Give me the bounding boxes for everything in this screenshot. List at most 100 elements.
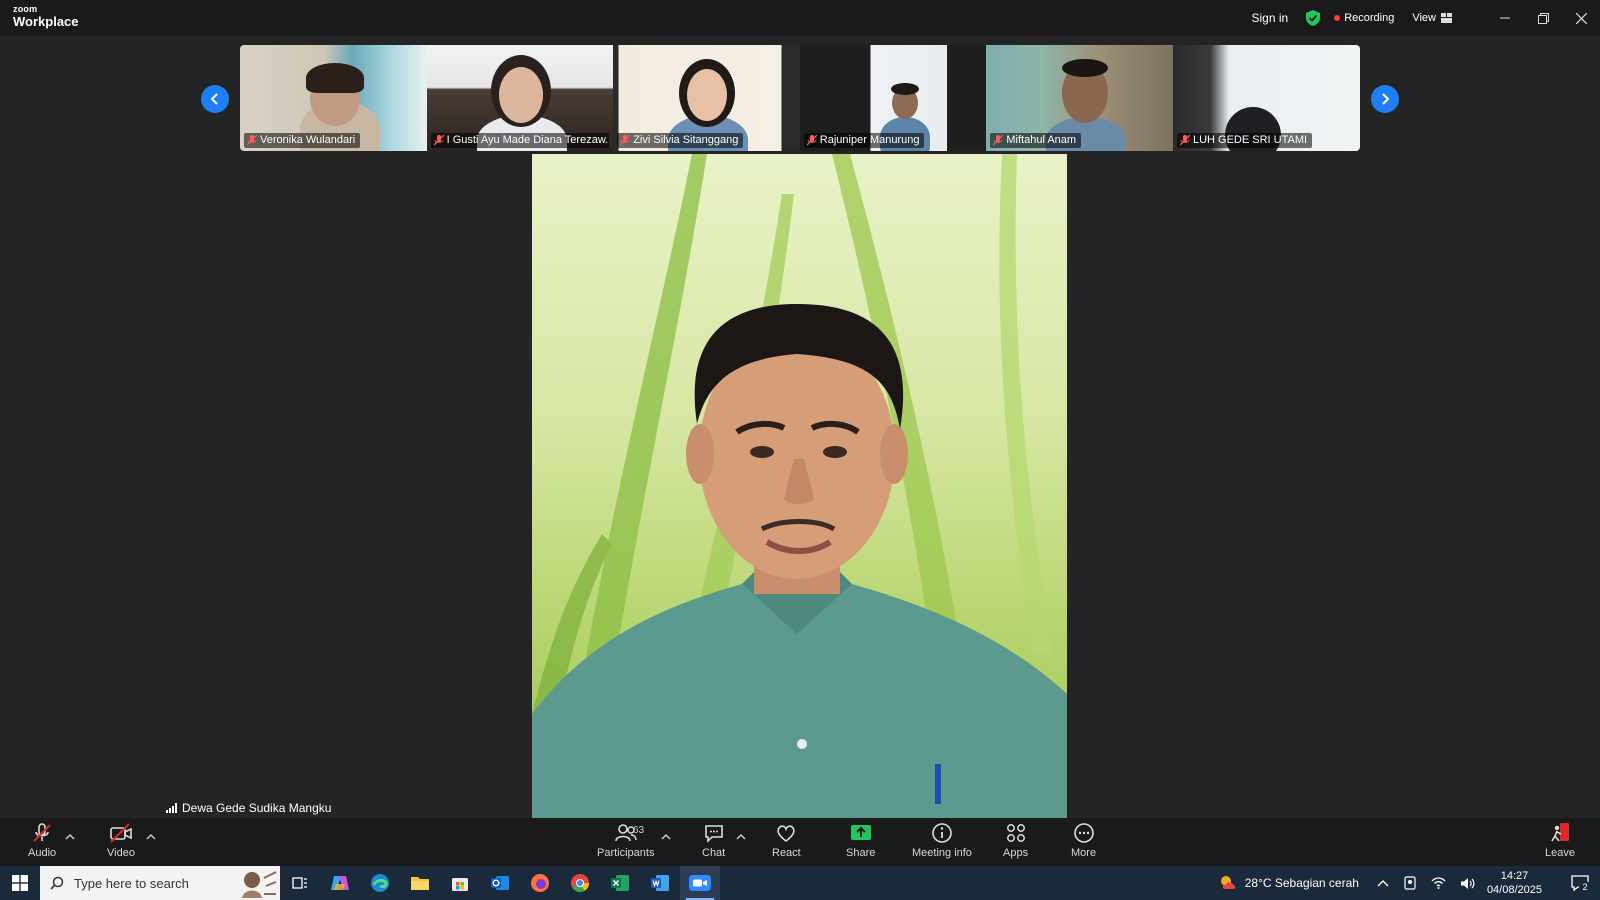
grid-view-icon	[1441, 13, 1452, 23]
participant-tile[interactable]: Veronika Wulandari	[240, 45, 427, 151]
share-label: Share	[846, 847, 876, 859]
previous-page-button[interactable]	[201, 85, 229, 113]
participant-name-tag: Miftahul Anam	[990, 133, 1082, 148]
firefox-app[interactable]	[520, 866, 560, 900]
audio-label: Audio	[28, 847, 57, 859]
folder-icon	[411, 877, 429, 890]
edge-app[interactable]	[360, 866, 400, 900]
windows-taskbar: Type here to search 28°C Sebagian cerah …	[0, 866, 1600, 900]
search-highlight-illustration-icon	[242, 871, 277, 898]
participants-count: 63	[633, 825, 645, 836]
share-button[interactable]: Share	[846, 822, 875, 859]
audio-options-chevron-up-icon[interactable]	[65, 832, 75, 842]
participant-tile[interactable]: LUH GEDE SRI UTAMI	[1172, 45, 1360, 151]
notification-center-button[interactable]: 2	[1560, 866, 1600, 900]
mic-muted-icon	[993, 134, 1004, 145]
view-button[interactable]: View	[1412, 12, 1452, 24]
recording-label: Recording	[1344, 12, 1395, 24]
mic-muted-icon	[1179, 134, 1190, 145]
task-view-button[interactable]	[280, 866, 320, 900]
chat-label: Chat	[702, 847, 726, 859]
system-tray: 28°C Sebagian cerah 14:27 04/08/2025 2	[1219, 866, 1600, 900]
video-label: Video	[107, 847, 135, 859]
zoom-app[interactable]	[680, 866, 720, 900]
chevron-left-icon	[210, 93, 218, 105]
participant-name: Veronika Wulandari	[260, 134, 356, 146]
outlook-icon	[491, 876, 509, 890]
weather-text: 28°C Sebagian cerah	[1244, 876, 1359, 890]
info-icon	[932, 823, 952, 843]
participants-label: Participants	[597, 847, 655, 859]
chrome-app[interactable]	[560, 866, 600, 900]
audio-button[interactable]: Audio	[28, 822, 56, 859]
participants-button[interactable]: Participants	[597, 822, 654, 859]
recording-indicator[interactable]: Recording	[1334, 12, 1394, 24]
apps-button[interactable]: Apps	[1003, 822, 1028, 859]
participants-options-chevron-up-icon[interactable]	[661, 832, 671, 842]
video-options-chevron-up-icon[interactable]	[146, 832, 156, 842]
minimize-button[interactable]	[1486, 0, 1524, 36]
meeting-toolbar: Audio Video Participants 63 Chat React S…	[0, 818, 1600, 866]
speaker-video-frame	[532, 154, 1067, 818]
react-button[interactable]: React	[772, 822, 801, 859]
participant-tile[interactable]: Rajuniper Manurung	[799, 45, 987, 151]
participant-name: LUH GEDE SRI UTAMI	[1192, 134, 1308, 146]
word-app[interactable]	[640, 866, 680, 900]
mic-muted-icon	[33, 823, 51, 842]
leave-label: Leave	[1545, 847, 1575, 859]
weather-widget[interactable]: 28°C Sebagian cerah	[1219, 875, 1359, 891]
clock-date: 04/08/2025	[1486, 884, 1542, 896]
encryption-shield-icon[interactable]	[1306, 10, 1321, 26]
participant-tile[interactable]: Miftahul Anam	[986, 45, 1173, 151]
volume-icon[interactable]	[1460, 877, 1475, 890]
network-icon[interactable]	[1431, 877, 1446, 889]
heart-icon	[777, 825, 796, 843]
participant-tile[interactable]: Zivi Silvia Sitanggang	[613, 45, 800, 151]
file-explorer-app[interactable]	[400, 866, 440, 900]
active-speaker-label: Dewa Gede Sudika Mangku	[166, 801, 331, 815]
active-speaker-video[interactable]	[532, 154, 1067, 818]
chat-icon	[704, 825, 723, 843]
notification-count-badge: 2	[1579, 881, 1591, 893]
outlook-app[interactable]	[480, 866, 520, 900]
active-speaker-name: Dewa Gede Sudika Mangku	[182, 801, 332, 815]
mic-muted-icon	[433, 134, 444, 145]
microsoft-store-app[interactable]	[440, 866, 480, 900]
meeting-info-button[interactable]: Meeting info	[912, 822, 972, 859]
copilot-app[interactable]	[320, 866, 360, 900]
close-button[interactable]	[1562, 0, 1600, 36]
sign-in-button[interactable]: Sign in	[1252, 11, 1289, 25]
chat-options-chevron-up-icon[interactable]	[736, 832, 746, 842]
react-label: React	[772, 847, 801, 859]
clock-time: 14:27	[1500, 870, 1529, 882]
chat-button[interactable]: Chat	[702, 822, 725, 859]
excel-app[interactable]	[600, 866, 640, 900]
participant-name: Miftahul Anam	[1006, 134, 1077, 146]
restore-icon	[1537, 12, 1549, 24]
restore-button[interactable]	[1524, 0, 1562, 36]
participant-tile[interactable]: I Gusti Ayu Made Diana Terezaw...	[426, 45, 614, 151]
logo-line2: Workplace	[13, 14, 79, 29]
apps-icon	[1006, 824, 1025, 842]
video-button[interactable]: Video	[107, 822, 135, 859]
chrome-icon	[571, 874, 589, 893]
share-screen-icon	[850, 825, 871, 840]
taskbar-search-box[interactable]: Type here to search	[40, 866, 280, 900]
clock[interactable]: 14:27 04/08/2025	[1487, 869, 1542, 897]
show-hidden-icons-chevron-up-icon[interactable]	[1377, 879, 1389, 887]
edge-browser-icon	[371, 874, 389, 892]
participant-name-tag: Rajuniper Manurung	[803, 133, 925, 148]
zoom-icon	[689, 875, 711, 891]
mic-muted-icon	[620, 134, 631, 145]
zoom-logo: zoom Workplace	[13, 5, 79, 29]
start-button[interactable]	[0, 866, 40, 900]
participant-name: Zivi Silvia Sitanggang	[633, 134, 739, 146]
more-label: More	[1071, 847, 1097, 859]
meet-now-icon[interactable]	[1403, 876, 1417, 890]
meeting-info-label: Meeting info	[912, 847, 972, 859]
more-button[interactable]: More	[1071, 822, 1096, 859]
copilot-icon	[331, 876, 349, 890]
minimize-icon	[1500, 17, 1510, 19]
next-page-button[interactable]	[1371, 85, 1399, 113]
leave-button[interactable]: Leave	[1545, 822, 1575, 859]
